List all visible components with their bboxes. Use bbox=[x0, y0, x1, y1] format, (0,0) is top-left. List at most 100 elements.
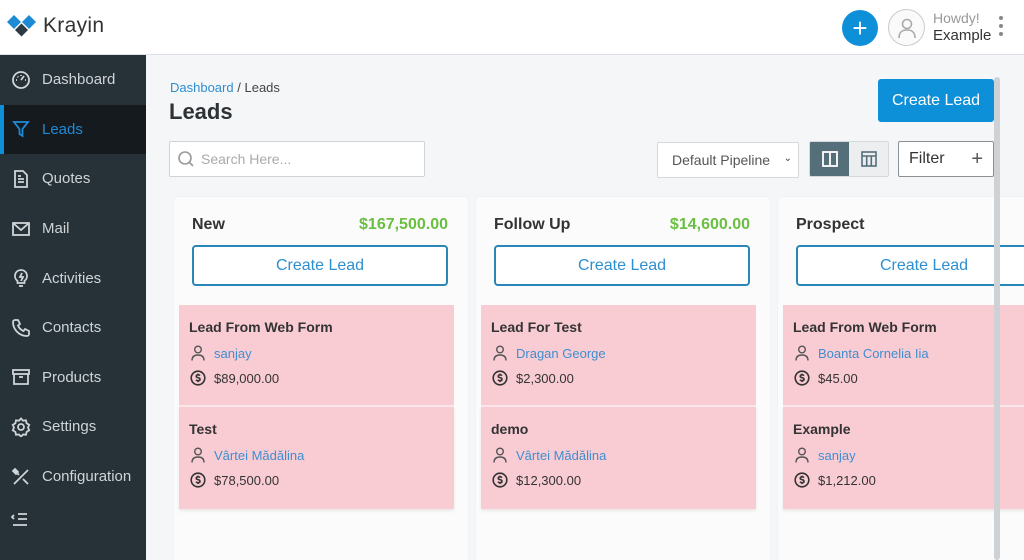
lightbulb-icon bbox=[10, 267, 32, 289]
column-total: $167,500.00 bbox=[359, 216, 448, 233]
breadcrumb-dashboard-link[interactable]: Dashboard bbox=[170, 80, 234, 95]
sidebar-item-label: Dashboard bbox=[42, 71, 116, 89]
lead-amount: $12,300.00 bbox=[516, 472, 582, 488]
kanban-column-follow-up: Follow Up $14,600.00 Create Lead Lead Fo… bbox=[476, 197, 770, 560]
filter-label: Filter bbox=[909, 150, 945, 167]
user-info[interactable]: Howdy! Example bbox=[933, 9, 991, 45]
kanban-board: New $167,500.00 Create Lead Lead From We… bbox=[174, 197, 1024, 560]
quick-add-button[interactable]: + bbox=[842, 10, 878, 46]
avatar[interactable] bbox=[888, 9, 925, 46]
lead-person-link[interactable]: sanjay bbox=[818, 448, 856, 463]
tools-icon bbox=[10, 466, 32, 488]
breadcrumb-separator: / bbox=[237, 80, 241, 95]
search-icon bbox=[178, 151, 194, 167]
table-view-button[interactable] bbox=[849, 142, 888, 176]
breadcrumb-current: Leads bbox=[244, 80, 280, 95]
lead-person-link[interactable]: Vârtei Mădălina bbox=[516, 448, 606, 463]
collapse-menu-icon[interactable] bbox=[10, 511, 30, 534]
lead-title: Example bbox=[793, 421, 851, 437]
sidebar-item-products[interactable]: Products bbox=[0, 353, 146, 403]
person-icon bbox=[189, 446, 207, 464]
dollar-circle-icon bbox=[491, 471, 509, 489]
kanban-column-prospect: Prospect $1 Create Lead Lead From Web Fo… bbox=[778, 197, 1024, 560]
sidebar-item-label: Configuration bbox=[42, 468, 132, 486]
dollar-circle-icon bbox=[189, 471, 207, 489]
greeting: Howdy! bbox=[933, 10, 980, 26]
sidebar: Dashboard Leads Quotes Mail Activities C… bbox=[0, 55, 146, 560]
column-title: Follow Up bbox=[494, 216, 571, 233]
column-title: Prospect bbox=[796, 216, 865, 233]
sidebar-item-label: Settings bbox=[42, 418, 97, 436]
page-title: Leads bbox=[169, 99, 233, 124]
lead-person-link[interactable]: Dragan George bbox=[516, 346, 606, 361]
lead-card[interactable]: Lead For Test Dragan George $2,300.00 bbox=[481, 305, 756, 407]
dollar-circle-icon bbox=[793, 369, 811, 387]
lead-amount: $2,300.00 bbox=[516, 370, 574, 386]
sidebar-item-activities[interactable]: Activities bbox=[0, 253, 146, 303]
column-header: Follow Up $14,600.00 bbox=[494, 216, 750, 234]
column-create-lead-button[interactable]: Create Lead bbox=[494, 245, 750, 286]
sidebar-item-settings[interactable]: Settings bbox=[0, 402, 146, 452]
sidebar-item-label: Quotes bbox=[42, 170, 91, 188]
search-input[interactable] bbox=[201, 151, 421, 167]
plus-icon: + bbox=[971, 147, 983, 170]
column-create-lead-button[interactable]: Create Lead bbox=[796, 245, 1024, 286]
document-icon bbox=[10, 168, 32, 190]
lead-amount: $78,500.00 bbox=[214, 472, 280, 488]
create-lead-button[interactable]: Create Lead bbox=[878, 79, 994, 122]
lead-card[interactable]: Example sanjay $1,212.00 bbox=[783, 407, 1024, 509]
vertical-scrollbar[interactable] bbox=[994, 77, 1000, 560]
breadcrumb: Dashboard / Leads bbox=[170, 80, 280, 95]
kanban-view-button[interactable] bbox=[810, 142, 849, 176]
username: Example bbox=[933, 27, 992, 44]
person-icon bbox=[793, 344, 811, 362]
plus-icon: + bbox=[852, 13, 868, 43]
chevron-down-icon: ⌄ bbox=[783, 153, 792, 164]
top-bar: Krayin + Howdy! Example bbox=[0, 0, 1024, 55]
gear-icon bbox=[10, 416, 32, 438]
column-total: $14,600.00 bbox=[669, 216, 750, 233]
filter-button[interactable]: Filter + bbox=[898, 141, 994, 177]
kebab-icon[interactable] bbox=[997, 16, 1005, 36]
table-icon bbox=[860, 151, 877, 167]
lead-person-link[interactable]: Vârtei Mădălina bbox=[214, 448, 304, 463]
lead-amount: $1,212.00 bbox=[818, 472, 876, 488]
lead-card[interactable]: Lead From Web Form Boanta Cornelia Iia $… bbox=[783, 305, 1024, 407]
sidebar-item-contacts[interactable]: Contacts bbox=[0, 303, 146, 353]
lead-card[interactable]: Lead From Web Form sanjay $89,000.00 bbox=[179, 305, 454, 407]
column-create-lead-button[interactable]: Create Lead bbox=[192, 245, 448, 286]
sidebar-item-dashboard[interactable]: Dashboard bbox=[0, 55, 146, 105]
pipeline-selected: Default Pipeline bbox=[672, 152, 771, 168]
dollar-circle-icon bbox=[793, 471, 811, 489]
sidebar-item-mail[interactable]: Mail bbox=[0, 204, 146, 254]
lead-person-link[interactable]: Boanta Cornelia Iia bbox=[818, 346, 929, 361]
person-icon bbox=[793, 446, 811, 464]
krayin-logo-icon bbox=[7, 15, 36, 37]
pipeline-select[interactable]: Default Pipeline ⌄ bbox=[657, 142, 799, 178]
column-header: Prospect $1 bbox=[796, 216, 1024, 234]
column-header: New $167,500.00 bbox=[192, 216, 448, 234]
lead-title: Lead For Test bbox=[491, 319, 582, 335]
person-icon bbox=[491, 446, 509, 464]
column-title: New bbox=[192, 216, 225, 233]
sidebar-item-quotes[interactable]: Quotes bbox=[0, 154, 146, 204]
lead-person-link[interactable]: sanjay bbox=[214, 346, 252, 361]
sidebar-item-label: Mail bbox=[42, 220, 70, 238]
brand-name: Krayin bbox=[43, 14, 105, 37]
sidebar-item-leads[interactable]: Leads bbox=[0, 104, 146, 155]
lead-title: Lead From Web Form bbox=[793, 319, 937, 335]
sidebar-item-configuration[interactable]: Configuration bbox=[0, 452, 146, 502]
sidebar-item-label: Activities bbox=[42, 269, 102, 287]
lead-card[interactable]: demo Vârtei Mădălina $12,300.00 bbox=[481, 407, 756, 509]
person-icon bbox=[189, 344, 207, 362]
person-icon bbox=[491, 344, 509, 362]
archive-box-icon bbox=[10, 366, 32, 388]
kanban-column-new: New $167,500.00 Create Lead Lead From We… bbox=[174, 197, 468, 560]
phone-icon bbox=[10, 317, 32, 339]
lead-title: demo bbox=[491, 421, 529, 437]
lead-title: Lead From Web Form bbox=[189, 319, 333, 335]
search-box bbox=[169, 141, 425, 177]
lead-amount: $45.00 bbox=[818, 370, 858, 386]
logo[interactable]: Krayin bbox=[7, 14, 104, 38]
lead-card[interactable]: Test Vârtei Mădălina $78,500.00 bbox=[179, 407, 454, 509]
